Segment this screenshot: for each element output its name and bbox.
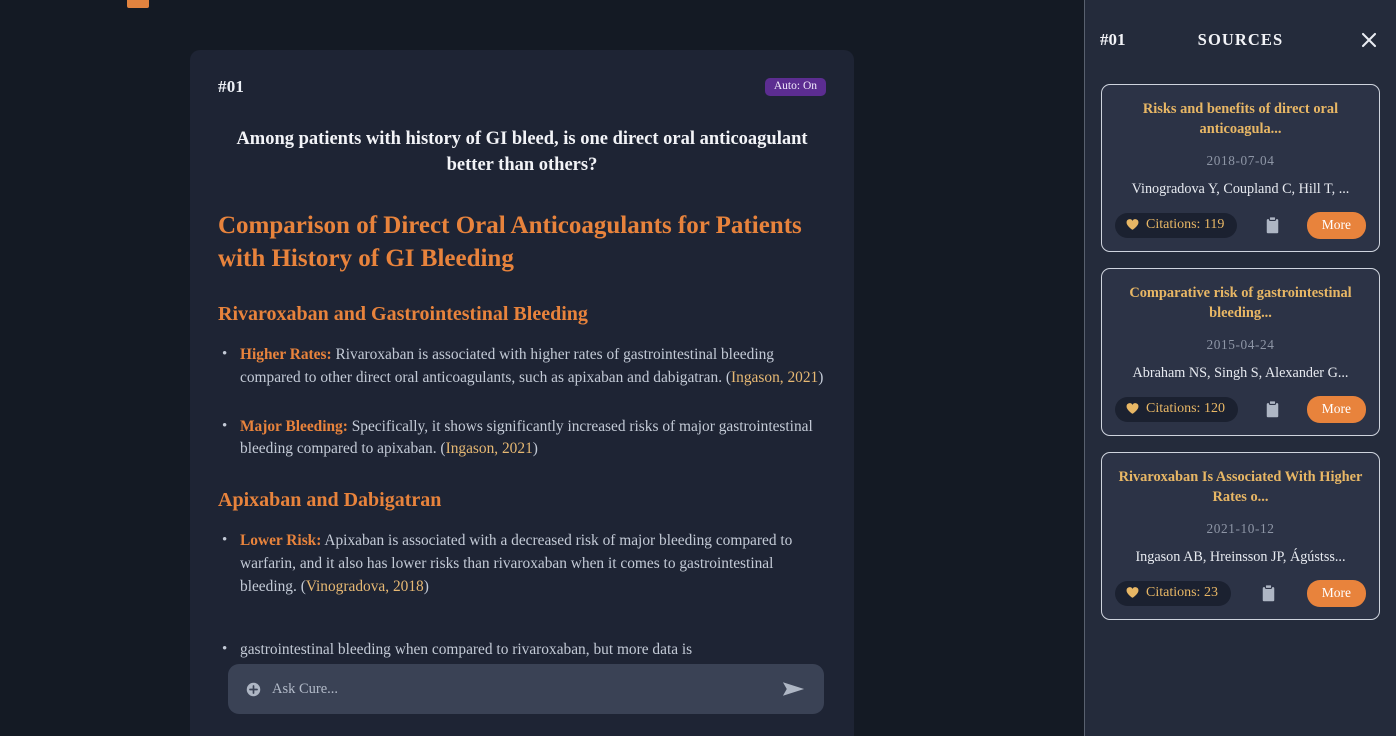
sources-panel: #01 SOURCES Risks and benefits of direct… — [1084, 0, 1396, 736]
source-date: 2015-04-24 — [1206, 336, 1275, 352]
source-authors: Ingason AB, Hreinsson JP, Ágústss... — [1135, 548, 1346, 565]
source-title: Comparative risk of gastrointestinal ble… — [1129, 284, 1352, 322]
source-card[interactable]: Rivaroxaban Is Associated With Higher Ra… — [1101, 451, 1380, 620]
more-button[interactable]: More — [1306, 211, 1366, 239]
auto-mode-badge[interactable]: Auto: On — [764, 77, 826, 97]
list-item: Higher Rates: Rivaroxaban is associated … — [218, 343, 826, 390]
section-bullet-list: Higher Rates: Rivaroxaban is associated … — [218, 343, 826, 462]
sources-title: SOURCES — [1197, 30, 1284, 49]
ask-input[interactable] — [272, 680, 770, 698]
answer-card-topbar: #01 Auto: On — [218, 74, 826, 100]
heart-icon — [1126, 587, 1139, 599]
plus-circle-icon[interactable] — [246, 682, 261, 697]
section-heading: Rivaroxaban and Gastrointestinal Bleedin… — [218, 303, 588, 326]
bullet-label: Lower Risk: — [240, 532, 322, 550]
citation-link[interactable]: Ingason, 2021 — [446, 440, 533, 457]
source-date: 2021-10-12 — [1206, 520, 1275, 536]
citations-label: Citations: 120 — [1146, 400, 1225, 416]
bullet-label: Higher Rates: — [240, 346, 332, 364]
thread-id-label: #01 — [218, 77, 245, 96]
bullet-tail: ) — [818, 368, 824, 386]
app-logo-icon[interactable] — [127, 0, 149, 8]
heart-icon — [1126, 219, 1139, 231]
source-actions: Citations: 120 More — [1115, 395, 1366, 423]
source-authors: Abraham NS, Singh S, Alexander G... — [1132, 364, 1349, 381]
citation-link[interactable]: Vinogradova, 2018 — [306, 578, 424, 595]
bullet-tail: ) — [423, 577, 429, 595]
list-item: Major Bleeding: Specifically, it shows s… — [218, 415, 826, 462]
clipboard-icon[interactable] — [1265, 400, 1280, 419]
more-button[interactable]: More — [1306, 579, 1366, 607]
more-button[interactable]: More — [1306, 395, 1366, 423]
source-title: Risks and benefits of direct oral antico… — [1142, 101, 1339, 138]
app-root: #01 Auto: On Among patients with history… — [0, 0, 1396, 736]
citations-badge: Citations: 23 — [1115, 580, 1231, 606]
citations-badge: Citations: 119 — [1115, 212, 1238, 238]
section-heading: Apixaban and Dabigatran — [218, 489, 442, 512]
citation-link[interactable]: Ingason, 2021 — [731, 369, 818, 386]
citations-label: Citations: 119 — [1146, 216, 1225, 232]
question-text: Among patients with history of GI bleed,… — [236, 129, 808, 176]
source-card[interactable]: Comparative risk of gastrointestinal ble… — [1101, 267, 1380, 436]
source-card[interactable]: Risks and benefits of direct oral antico… — [1101, 84, 1380, 252]
heart-icon — [1126, 403, 1139, 415]
citations-badge: Citations: 120 — [1115, 396, 1238, 422]
source-authors: Vinogradova Y, Coupland C, Hill T, ... — [1131, 180, 1350, 197]
answer-card: #01 Auto: On Among patients with history… — [190, 50, 854, 736]
source-title: Rivaroxaban Is Associated With Higher Ra… — [1118, 468, 1363, 506]
send-icon[interactable] — [781, 679, 806, 699]
citations-label: Citations: 23 — [1146, 584, 1218, 600]
clipboard-icon[interactable] — [1265, 216, 1280, 235]
bullet-text: gastrointestinal bleeding when compared … — [240, 640, 693, 658]
source-actions: Citations: 23 More — [1115, 579, 1366, 607]
source-date: 2018-07-04 — [1206, 152, 1275, 168]
bullet-tail: ) — [532, 440, 538, 458]
list-item: Lower Risk: Apixaban is associated with … — [218, 529, 826, 598]
source-actions: Citations: 119 More — [1115, 211, 1366, 239]
list-item-partial: gastrointestinal bleeding when compared … — [218, 638, 826, 662]
answer-title: Comparison of Direct Oral Anticoagulants… — [218, 211, 802, 272]
clipboard-icon[interactable] — [1261, 583, 1276, 603]
close-icon[interactable] — [1359, 30, 1379, 50]
sources-header: #01 SOURCES — [1085, 0, 1396, 84]
section-bullet-list: Lower Risk: Apixaban is associated with … — [218, 529, 826, 662]
ask-input-bar[interactable] — [228, 664, 824, 714]
bullet-label: Major Bleeding: — [240, 417, 348, 435]
